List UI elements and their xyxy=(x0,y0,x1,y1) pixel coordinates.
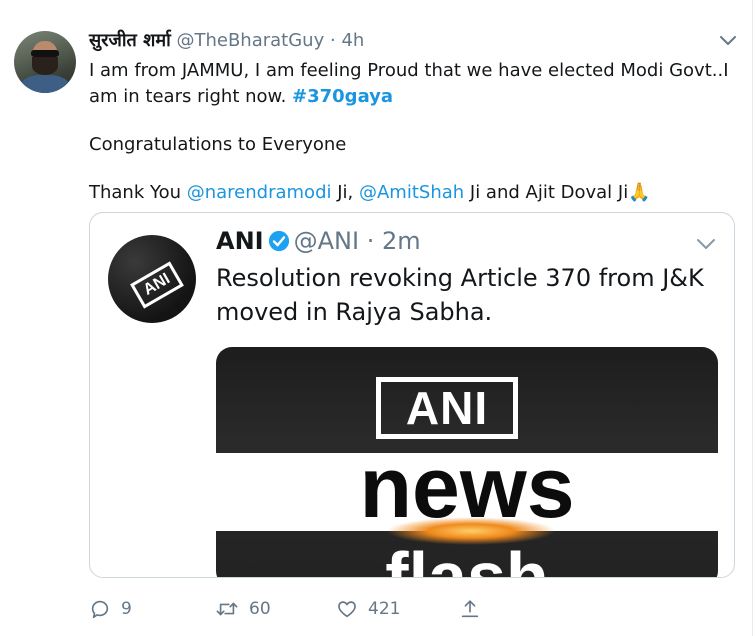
quoted-handle[interactable]: @ANI xyxy=(294,227,359,255)
tweet-line-3-prefix: Thank You xyxy=(89,182,187,203)
quoted-media-image[interactable]: ANI news flash xyxy=(216,347,718,578)
tweet-actions: 9 60 421 xyxy=(89,594,729,624)
verified-badge-icon xyxy=(268,230,289,252)
tweet-text: I am from JAMMU, I am feeling Proud that… xyxy=(89,58,744,206)
like-button[interactable]: 421 xyxy=(336,594,400,624)
retweet-count: 60 xyxy=(249,599,271,619)
quoted-author-name[interactable]: ANI xyxy=(216,227,264,255)
quoted-tweet[interactable]: ANI ANI @ANI · 2m Resolution revoking Ar… xyxy=(89,212,735,578)
media-subline: flash xyxy=(385,538,549,578)
timestamp[interactable]: 4h xyxy=(341,30,364,51)
retweet-button[interactable]: 60 xyxy=(215,594,271,624)
chevron-down-icon[interactable] xyxy=(718,34,738,48)
tweet-line-3-mid2: Ji and Ajit Doval Ji xyxy=(464,182,629,203)
folded-hands-emoji: 🙏 xyxy=(628,182,651,203)
tweet-line-3-mid1: Ji, xyxy=(331,182,359,203)
quoted-separator: · xyxy=(366,227,375,255)
tweet-header: सुरजीत शर्मा @TheBharatGuy · 4h xyxy=(89,28,364,52)
share-button[interactable] xyxy=(459,594,491,624)
quoted-chevron-down-icon[interactable] xyxy=(695,237,717,251)
quoted-avatar[interactable]: ANI xyxy=(108,235,196,323)
heart-icon xyxy=(338,601,356,618)
quoted-text: Resolution revoking Article 370 from J&K… xyxy=(216,264,704,326)
quoted-timestamp[interactable]: 2m xyxy=(382,227,421,255)
reply-button[interactable]: 9 xyxy=(89,594,132,624)
mention-narendramodi[interactable]: @narendramodi xyxy=(187,182,332,203)
quoted-header: ANI @ANI · 2m xyxy=(216,227,421,255)
quoted-avatar-logo: ANI xyxy=(130,261,184,309)
author-handle[interactable]: @TheBharatGuy xyxy=(176,30,324,51)
reply-icon xyxy=(91,600,109,619)
hashtag-link[interactable]: #370gaya xyxy=(292,86,393,107)
reply-count: 9 xyxy=(121,599,132,619)
media-ani-logo: ANI xyxy=(376,377,518,439)
tweet-line-1: I am from JAMMU, I am feeling Proud that… xyxy=(89,60,729,107)
tweet-line-2: Congratulations to Everyone xyxy=(89,134,347,155)
tweet[interactable]: सुरजीत शर्मा @TheBharatGuy · 4h I am fro… xyxy=(0,0,753,636)
separator-dot: · xyxy=(329,30,336,51)
mention-amitshah[interactable]: @AmitShah xyxy=(359,182,464,203)
share-icon xyxy=(461,600,479,618)
like-count: 421 xyxy=(368,599,401,619)
retweet-icon xyxy=(216,602,238,616)
author-name[interactable]: सुरजीत शर्मा xyxy=(89,30,171,51)
avatar[interactable] xyxy=(14,31,76,93)
